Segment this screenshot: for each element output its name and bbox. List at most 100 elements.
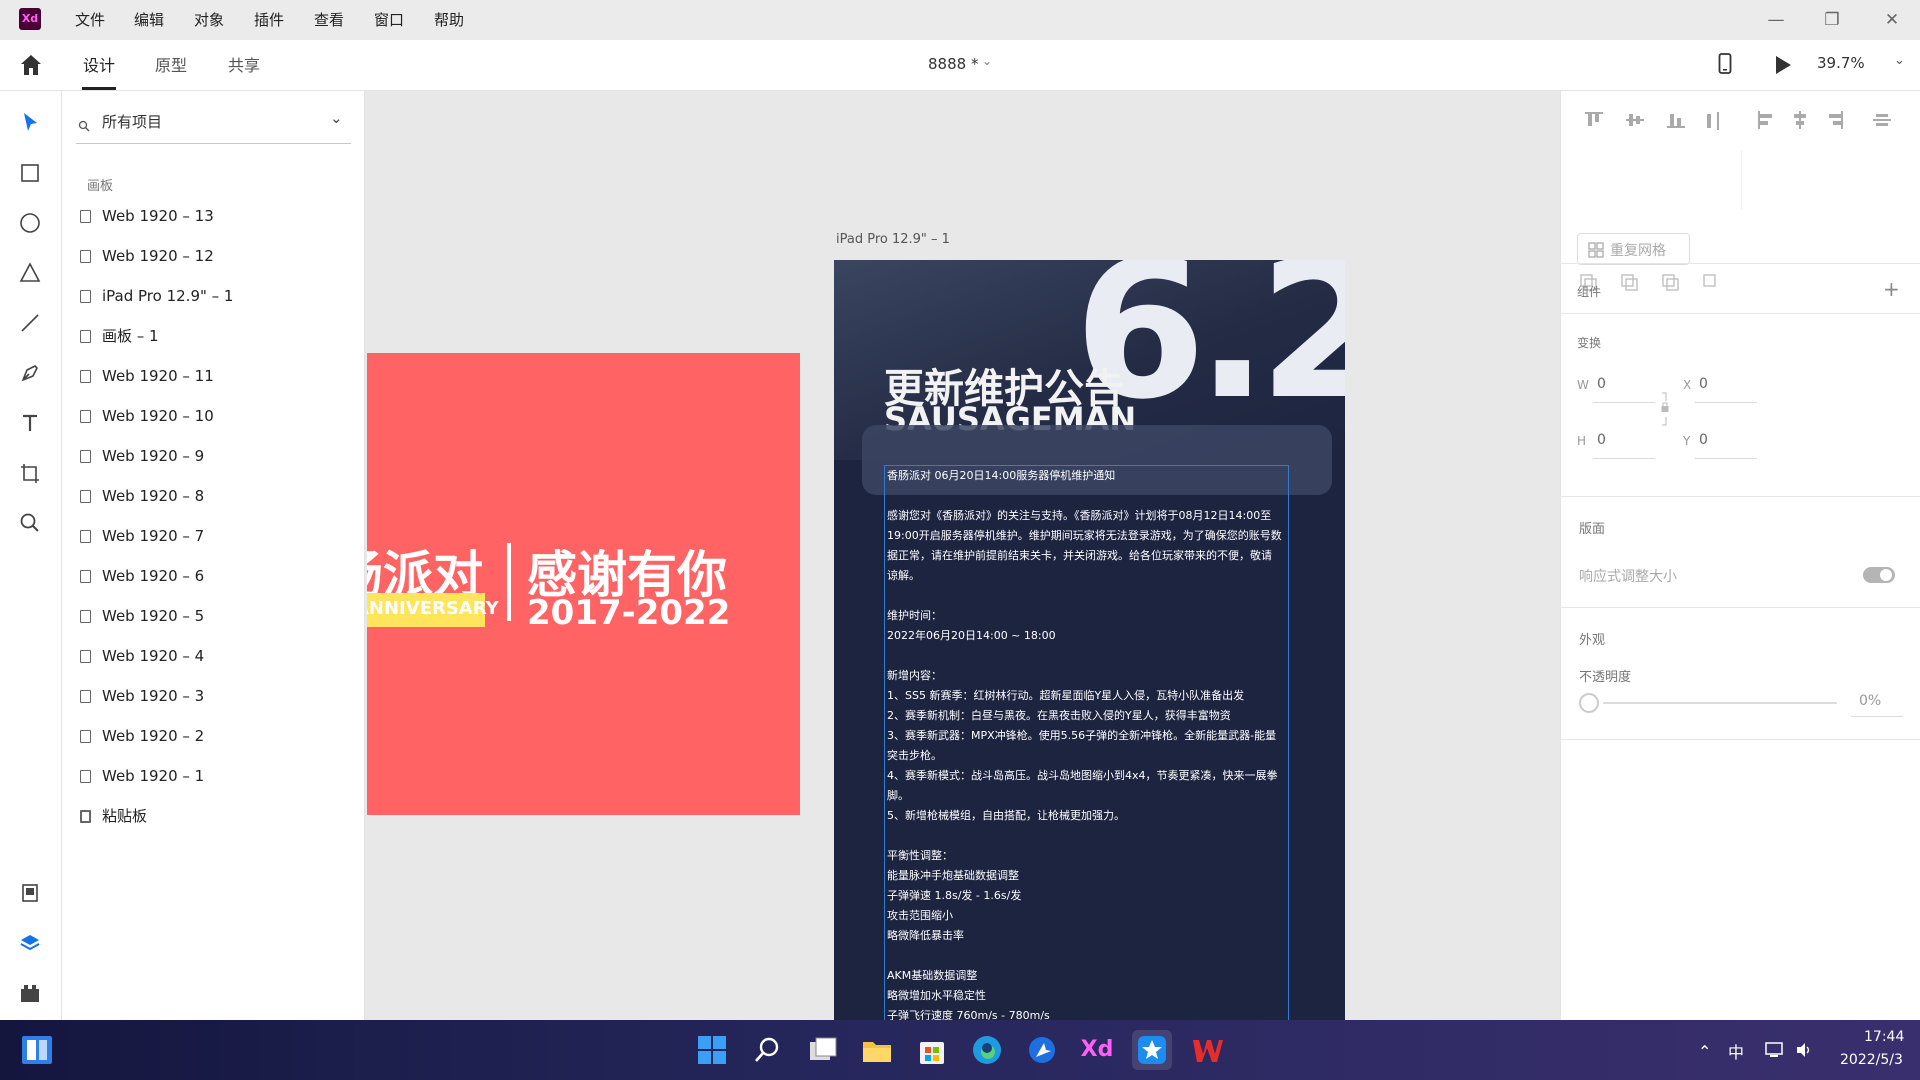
layer-item[interactable]: Web 1920 – 10 <box>76 398 351 434</box>
widgets-icon[interactable] <box>22 1036 52 1064</box>
layer-item[interactable]: Web 1920 – 3 <box>76 678 351 714</box>
zoom-level[interactable]: 39.7% <box>1817 54 1865 72</box>
divider <box>1561 313 1920 314</box>
opacity-slider-track[interactable] <box>1603 702 1837 704</box>
clock-date[interactable]: 2022/5/3 <box>1840 1052 1903 1068</box>
notice-line: 据正常，请在维护前提前结束关卡，并关闭游戏。给各位玩家带来的不便，敬请 <box>887 549 1272 562</box>
chevron-down-icon[interactable]: ⌄ <box>1894 53 1905 68</box>
notice-text-frame[interactable]: 香肠派对 06月20日14:00服务器停机维护通知 感谢您对《香肠派对》的关注与支… <box>884 465 1289 1020</box>
network-icon[interactable] <box>1764 1040 1784 1060</box>
responsive-resize-toggle[interactable] <box>1863 567 1895 583</box>
design-canvas[interactable]: 肠派对 ANNIVERSARY 感谢有你 2017-2022 iPad Pro … <box>365 91 1560 1020</box>
divider <box>1741 151 1742 209</box>
height-input[interactable]: 0 <box>1597 432 1606 448</box>
layer-item[interactable]: Web 1920 – 7 <box>76 518 351 554</box>
artboard-icon <box>80 250 91 263</box>
layer-filter-select[interactable]: 所有项目 <box>102 111 162 132</box>
ime-indicator[interactable]: 中 <box>1728 1039 1744 1063</box>
menu-edit[interactable]: 编辑 <box>134 0 164 40</box>
layer-item[interactable]: Web 1920 – 11 <box>76 358 351 394</box>
artboard-icon <box>80 290 91 303</box>
start-icon[interactable] <box>692 1030 732 1070</box>
app-arrow-icon[interactable] <box>1022 1030 1062 1070</box>
divider <box>1561 263 1920 264</box>
x-input[interactable]: 0 <box>1699 376 1708 392</box>
minimize-icon[interactable]: — <box>1748 0 1804 40</box>
restore-icon[interactable]: ❐ <box>1804 0 1860 40</box>
notice-body: 香肠派对 06月20日14:00服务器停机维护通知 感谢您对《香肠派对》的关注与支… <box>887 466 1288 1020</box>
pen-tool-icon[interactable] <box>15 358 45 388</box>
layer-item[interactable]: Web 1920 – 13 <box>76 198 351 234</box>
layer-item[interactable]: Web 1920 – 6 <box>76 558 351 594</box>
layer-item[interactable]: Web 1920 – 1 <box>76 758 351 794</box>
play-icon[interactable] <box>1774 55 1792 75</box>
tab-design[interactable]: 设计 <box>83 40 115 91</box>
layer-item[interactable]: Web 1920 – 4 <box>76 638 351 674</box>
artboard-icon <box>80 730 91 743</box>
wps-office-icon[interactable] <box>1187 1030 1227 1070</box>
search-icon[interactable] <box>747 1030 787 1070</box>
rectangle-tool-icon[interactable] <box>15 158 45 188</box>
artboard-label[interactable]: iPad Pro 12.9" – 1 <box>836 232 950 247</box>
notice-line: 脚。 <box>887 789 909 802</box>
layer-item[interactable]: iPad Pro 12.9" – 1 <box>76 278 351 314</box>
tab-prototype[interactable]: 原型 <box>155 40 187 91</box>
notice-line <box>887 946 1288 966</box>
zoom-tool-icon[interactable] <box>15 508 45 538</box>
menu-help[interactable]: 帮助 <box>434 0 464 40</box>
opacity-slider-handle[interactable] <box>1579 693 1599 713</box>
layer-item[interactable]: Web 1920 – 2 <box>76 718 351 754</box>
layers-icon[interactable] <box>15 928 45 958</box>
volume-icon[interactable] <box>1794 1040 1814 1060</box>
text-tool-icon[interactable] <box>15 408 45 438</box>
notice-line: 攻击范围缩小 <box>887 909 953 922</box>
ellipse-tool-icon[interactable] <box>15 208 45 238</box>
edge-browser-icon[interactable] <box>967 1030 1007 1070</box>
chevron-down-icon[interactable]: ⌄ <box>982 54 992 68</box>
menu-file[interactable]: 文件 <box>75 0 105 40</box>
banner-years: 2017-2022 <box>527 593 731 633</box>
artboard-banner[interactable]: 肠派对 ANNIVERSARY 感谢有你 2017-2022 <box>367 353 800 815</box>
tray-chevron-up-icon[interactable]: ⌃ <box>1698 1042 1711 1061</box>
layer-item-pasteboard[interactable]: 粘贴板 <box>76 798 351 834</box>
layer-item[interactable]: Web 1920 – 8 <box>76 478 351 514</box>
width-input[interactable]: 0 <box>1597 376 1606 392</box>
document-title[interactable]: 8888 * <box>928 55 978 73</box>
kuaishou-active-app-icon[interactable] <box>1132 1030 1172 1070</box>
chevron-down-icon[interactable]: ⌄ <box>330 109 343 127</box>
assets-icon[interactable] <box>15 878 45 908</box>
menu-plugins[interactable]: 插件 <box>254 0 284 40</box>
layer-item[interactable]: Web 1920 – 5 <box>76 598 351 634</box>
file-explorer-icon[interactable] <box>857 1030 897 1070</box>
lock-aspect-icon[interactable] <box>1660 391 1670 427</box>
layer-item[interactable]: Web 1920 – 9 <box>76 438 351 474</box>
home-icon[interactable] <box>18 53 44 77</box>
layer-item[interactable]: 画板 – 1 <box>76 318 351 354</box>
menu-window[interactable]: 窗口 <box>374 0 404 40</box>
adobe-xd-taskbar-icon[interactable]: Xd <box>1077 1030 1117 1070</box>
opacity-input[interactable]: 0% <box>1859 693 1881 709</box>
clock-time[interactable]: 17:44 <box>1864 1029 1904 1045</box>
artboard-tool-icon[interactable] <box>15 458 45 488</box>
add-component-icon[interactable]: + <box>1883 277 1900 301</box>
polygon-tool-icon[interactable] <box>15 258 45 288</box>
notice-line: 能量脉冲手炮基础数据调整 <box>887 869 1019 882</box>
artboard-icon <box>80 370 91 383</box>
menu-view[interactable]: 查看 <box>314 0 344 40</box>
plugins-icon[interactable] <box>15 978 45 1008</box>
tab-share[interactable]: 共享 <box>228 40 260 91</box>
line-tool-icon[interactable] <box>15 308 45 338</box>
ms-store-icon[interactable] <box>912 1030 952 1070</box>
y-input[interactable]: 0 <box>1699 432 1708 448</box>
mobile-preview-icon[interactable] <box>1718 52 1732 76</box>
opacity-label: 不透明度 <box>1579 670 1632 685</box>
menu-object[interactable]: 对象 <box>194 0 224 40</box>
notice-line: 略微增加水平稳定性 <box>887 989 986 1002</box>
layer-item[interactable]: Web 1920 – 12 <box>76 238 351 274</box>
divider <box>1561 739 1920 740</box>
task-view-icon[interactable] <box>802 1030 842 1070</box>
select-arrow-icon[interactable] <box>15 108 45 138</box>
notice-line: 略微降低暴击率 <box>887 929 964 942</box>
artboard-ipad[interactable]: 6.20 更新维护公告 SAUSAGEMAN 香肠派对 06月20日14:00服… <box>834 260 1345 1020</box>
close-icon[interactable]: ✕ <box>1864 0 1920 40</box>
